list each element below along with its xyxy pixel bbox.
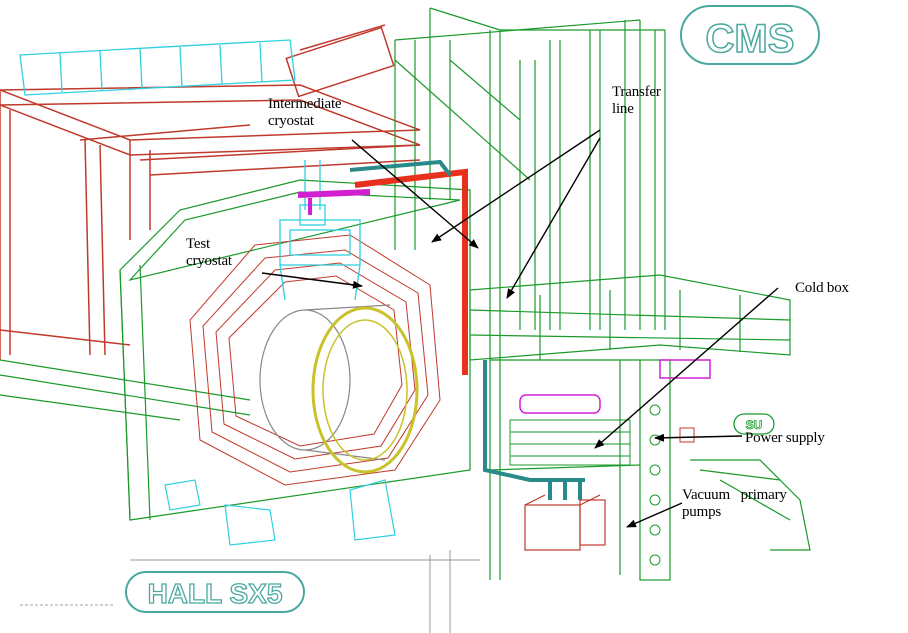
- hall-logo-text: HALL SX5: [148, 578, 283, 609]
- label-transfer-line: Transfer line: [612, 84, 661, 117]
- label-power-supply: Power supply: [745, 430, 825, 446]
- arrow-test-cryostat: [261, 272, 363, 289]
- cms-hall-sx5-drawing: CMS HALL SX5 SU: [0, 5, 820, 633]
- yellow-ring: [311, 306, 419, 474]
- cms-logo: CMS: [680, 5, 820, 65]
- cold-box-drawing: [509, 419, 631, 466]
- label-vacuum-pumps: Vacuum primary pumps: [682, 487, 787, 520]
- arrow-power-supply: [654, 433, 743, 442]
- label-intermediate-cryostat: Intermediate cryostat: [268, 96, 342, 129]
- column-holes: [649, 404, 661, 566]
- arrow-transfer-line-2: [506, 137, 601, 299]
- test-cryostat-drawing: [279, 160, 361, 301]
- label-test-cryostat: Test cryostat: [186, 236, 232, 269]
- vacuum-pumps-drawing: [524, 494, 606, 551]
- power-supply-box: [679, 427, 695, 443]
- base-feet: [164, 479, 396, 546]
- hall-logo: HALL SX5: [125, 571, 305, 613]
- cold-box-magenta: [519, 359, 711, 414]
- magenta-pipe: [297, 189, 371, 215]
- cms-logo-text: CMS: [706, 17, 795, 61]
- diagram-stage: CMS HALL SX5 SU Intermediate cryostat Tr…: [0, 0, 908, 633]
- arrow-transfer-line-1: [431, 129, 601, 243]
- arrow-vacuum-pumps: [626, 502, 683, 528]
- label-cold-box: Cold box: [795, 280, 849, 296]
